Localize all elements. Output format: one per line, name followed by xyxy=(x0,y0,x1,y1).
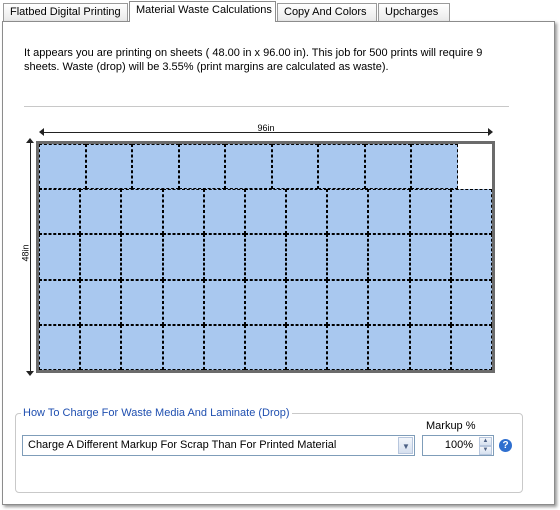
print-cell xyxy=(411,144,458,190)
help-icon[interactable]: ? xyxy=(499,439,512,452)
print-cell xyxy=(80,234,122,280)
chevron-down-icon: ▼ xyxy=(402,442,410,451)
print-cell xyxy=(368,189,410,235)
tab-upcharges[interactable]: Upcharges xyxy=(378,3,450,21)
print-cell xyxy=(286,234,328,280)
markup-spinner[interactable]: 100% ▲ ▼ xyxy=(422,435,494,456)
print-cell xyxy=(409,234,451,280)
print-cell xyxy=(368,324,410,370)
print-cell xyxy=(162,189,204,235)
print-cell xyxy=(121,234,163,280)
print-cell xyxy=(178,144,225,190)
print-cell xyxy=(203,234,245,280)
print-cell xyxy=(132,144,179,190)
print-cell xyxy=(244,189,287,235)
print-cell xyxy=(121,279,163,325)
print-cell xyxy=(39,189,81,235)
tab-strip: Flatbed Digital Printing Material Waste … xyxy=(0,0,560,23)
print-cell xyxy=(39,234,81,280)
sheet-width-dimension: 96in xyxy=(39,123,493,138)
print-cell xyxy=(327,234,369,280)
tab-flatbed-digital-printing[interactable]: Flatbed Digital Printing xyxy=(3,3,128,21)
tab-copy-and-colors[interactable]: Copy And Colors xyxy=(277,3,377,21)
dropdown-button[interactable]: ▼ xyxy=(398,437,413,454)
print-cell xyxy=(450,324,492,370)
waste-message-line-2: sheets. Waste (drop) will be 3.55% (prin… xyxy=(24,61,389,73)
print-cell xyxy=(409,324,451,370)
print-cell xyxy=(162,324,204,370)
waste-charge-method-value: Charge A Different Markup For Scrap Than… xyxy=(28,439,337,451)
print-cell xyxy=(318,144,365,190)
print-cell xyxy=(244,324,287,370)
spin-up-icon[interactable]: ▲ xyxy=(479,437,492,446)
print-cell xyxy=(162,279,204,325)
print-cell xyxy=(39,279,81,325)
print-cell xyxy=(121,324,163,370)
print-cell xyxy=(364,144,411,190)
print-cell xyxy=(286,279,328,325)
waste-message: It appears you are printing on sheets ( … xyxy=(24,46,524,74)
print-cell xyxy=(244,279,287,325)
print-cell xyxy=(286,189,328,235)
print-cell xyxy=(203,324,245,370)
print-cell xyxy=(80,279,122,325)
markup-value: 100% xyxy=(444,439,473,451)
sheet-height-label: 48in xyxy=(20,244,31,262)
waste-charge-group-title: How To Charge For Waste Media And Lamina… xyxy=(21,407,292,419)
print-cell xyxy=(327,279,369,325)
spin-down-icon[interactable]: ▼ xyxy=(479,446,492,455)
print-cell xyxy=(225,144,272,190)
print-cell xyxy=(286,324,328,370)
print-cell xyxy=(409,189,451,235)
print-cell xyxy=(39,324,81,370)
print-cell xyxy=(450,189,492,235)
print-cell xyxy=(203,279,245,325)
print-cell xyxy=(203,189,245,235)
waste-charge-method-select[interactable]: Charge A Different Markup For Scrap Than… xyxy=(22,435,415,456)
arrow-down-icon xyxy=(26,371,34,376)
print-cell xyxy=(327,324,369,370)
print-cell xyxy=(80,189,122,235)
print-cell xyxy=(39,144,86,190)
print-cell xyxy=(450,279,492,325)
waste-message-line-1: It appears you are printing on sheets ( … xyxy=(24,47,483,59)
print-cell xyxy=(80,324,122,370)
print-cell xyxy=(85,144,132,190)
tab-material-waste-calculations[interactable]: Material Waste Calculations xyxy=(129,1,276,23)
sheet-width-label: 96in xyxy=(257,123,275,133)
sheet-layout-diagram xyxy=(36,141,495,373)
print-cell xyxy=(368,234,410,280)
separator xyxy=(24,106,509,107)
print-cell xyxy=(271,144,318,190)
markup-label: Markup % xyxy=(426,420,476,432)
print-cell xyxy=(368,279,410,325)
print-cell xyxy=(162,234,204,280)
print-cell xyxy=(121,189,163,235)
sheet-height-dimension: 48in xyxy=(21,138,36,376)
print-cell xyxy=(327,189,369,235)
print-cell xyxy=(409,279,451,325)
print-cell xyxy=(450,234,492,280)
print-cell xyxy=(244,234,287,280)
